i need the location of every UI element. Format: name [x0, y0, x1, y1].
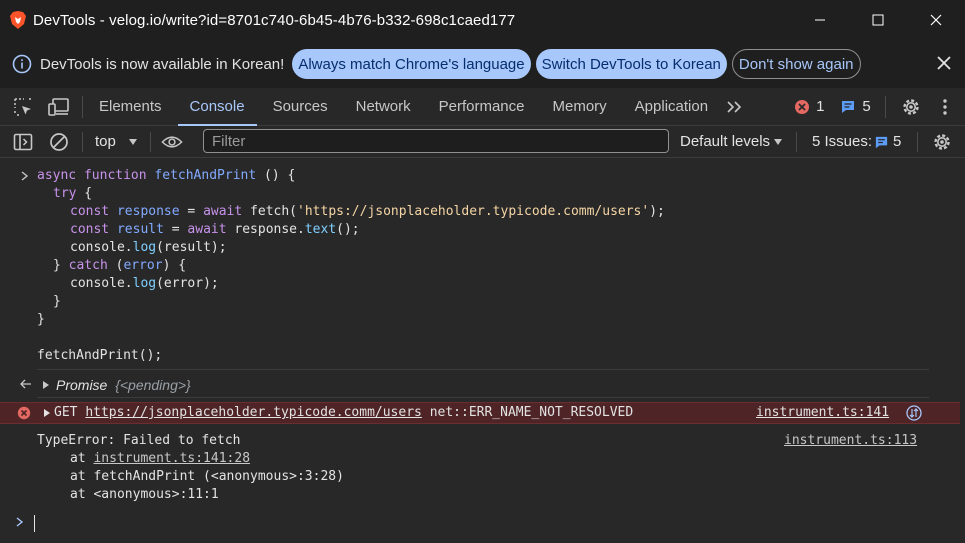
maximize-button[interactable]	[849, 0, 907, 40]
stack-frame: at <anonymous>:11:1	[70, 487, 219, 502]
more-tabs-icon[interactable]	[724, 96, 746, 118]
stack-frame-link[interactable]: instrument.ts:141:28	[93, 451, 250, 466]
console-input-caret[interactable]	[34, 515, 35, 532]
network-error-message: GET https://jsonplaceholder.typicode.com…	[54, 405, 634, 420]
more-options-icon[interactable]	[934, 96, 956, 118]
switch-to-korean-button[interactable]: Switch DevTools to Korean	[535, 49, 727, 79]
console-output[interactable]: async function fetchAndPrint () { try { …	[0, 158, 965, 543]
network-request-icon[interactable]	[906, 405, 922, 421]
tab-sources[interactable]: Sources	[273, 88, 328, 126]
device-toolbar-icon[interactable]	[48, 96, 70, 118]
console-settings-gear-icon[interactable]	[931, 131, 953, 153]
devtools-tab-bar: Elements Console Sources Network Perform…	[0, 88, 965, 126]
inspect-element-icon[interactable]	[12, 96, 34, 118]
toolbar-divider	[149, 131, 151, 152]
code-line: } catch (error) {	[53, 258, 187, 273]
code-line: console.log(result);	[70, 240, 227, 255]
always-match-language-button[interactable]: Always match Chrome's language	[292, 49, 531, 79]
prompt-chevron-icon	[16, 517, 24, 527]
brave-logo-icon	[10, 11, 26, 29]
tab-memory[interactable]: Memory	[553, 88, 607, 126]
console-toolbar: top Filter Default levels 5 Issues: 5	[0, 126, 965, 158]
code-line: fetchAndPrint();	[37, 348, 163, 363]
result-arrow-icon	[20, 379, 31, 389]
dont-show-again-button[interactable]: Don't show again	[731, 49, 861, 79]
console-filter-input[interactable]: Filter	[203, 129, 669, 153]
live-expression-eye-icon[interactable]	[161, 131, 183, 153]
close-icon	[930, 14, 942, 26]
typeerror-source-link[interactable]: instrument.ts:113	[784, 432, 917, 450]
chevron-down-icon[interactable]	[128, 138, 138, 146]
title-bar: DevTools - velog.io/write?id=8701c740-6b…	[0, 0, 965, 40]
code-line: const result = await response.text();	[70, 222, 360, 237]
typeerror-message: TypeError: Failed to fetch	[37, 433, 241, 448]
clear-console-icon[interactable]	[48, 131, 70, 153]
issue-count: 5	[862, 98, 871, 115]
expand-triangle-icon[interactable]	[43, 408, 51, 418]
toolbar-divider	[884, 95, 886, 118]
maximize-icon	[872, 14, 884, 26]
toolbar-divider	[796, 132, 797, 152]
code-line: try {	[53, 186, 93, 201]
entry-divider	[37, 369, 929, 370]
log-levels-dropdown[interactable]: Default levels	[680, 133, 770, 150]
settings-gear-icon[interactable]	[900, 96, 922, 118]
stack-frame: at instrument.ts:141:28	[70, 451, 251, 466]
window-title: DevTools - velog.io/write?id=8701c740-6b…	[33, 11, 516, 29]
error-count-badge[interactable]: 1	[794, 98, 824, 115]
chevron-down-icon[interactable]	[773, 138, 783, 146]
error-icon	[795, 99, 810, 114]
tab-network[interactable]: Network	[356, 88, 411, 126]
issues-count[interactable]: 5	[893, 133, 901, 150]
code-line: }	[53, 294, 61, 309]
language-infobar: DevTools is now available in Korean! Alw…	[0, 40, 965, 88]
issue-count-badge[interactable]: 5	[840, 98, 871, 115]
close-infobar-icon[interactable]	[935, 54, 953, 72]
minimize-icon	[815, 19, 825, 21]
stack-frame: at fetchAndPrint (<anonymous>:3:28)	[70, 469, 344, 484]
tab-performance[interactable]: Performance	[439, 88, 525, 126]
error-count: 1	[816, 98, 825, 115]
minimize-button[interactable]	[791, 0, 849, 40]
tab-application[interactable]: Application	[635, 88, 708, 126]
expand-triangle-icon[interactable]	[42, 380, 50, 390]
info-icon	[12, 54, 32, 74]
code-line: const response = await fetch('https://js…	[70, 204, 665, 219]
toolbar-divider	[82, 131, 83, 152]
error-url-link[interactable]: https://jsonplaceholder.typicode.comm/us…	[85, 405, 422, 420]
issues-label[interactable]: 5 Issues:	[812, 133, 872, 150]
tab-console[interactable]: Console	[177, 88, 257, 126]
sidebar-toggle-icon[interactable]	[12, 131, 34, 153]
code-line: async function fetchAndPrint () {	[37, 168, 296, 183]
code-line: }	[37, 312, 45, 327]
code-line: console.log(error);	[70, 276, 219, 291]
promise-result[interactable]: Promise {<pending>}	[56, 376, 191, 396]
entry-divider	[37, 397, 929, 398]
tab-elements[interactable]: Elements	[99, 88, 162, 126]
input-chevron-icon	[21, 171, 29, 181]
error-icon	[17, 406, 31, 420]
error-source-link[interactable]: instrument.ts:141	[756, 404, 889, 422]
toolbar-divider	[82, 95, 83, 118]
toolbar-divider	[917, 132, 918, 152]
issue-message-icon	[875, 136, 888, 149]
infobar-message: DevTools is now available in Korean!	[40, 55, 285, 73]
context-selector-label[interactable]: top	[95, 133, 116, 150]
filter-placeholder: Filter	[212, 132, 246, 150]
issue-message-icon	[842, 100, 855, 113]
close-window-button[interactable]	[907, 0, 965, 40]
